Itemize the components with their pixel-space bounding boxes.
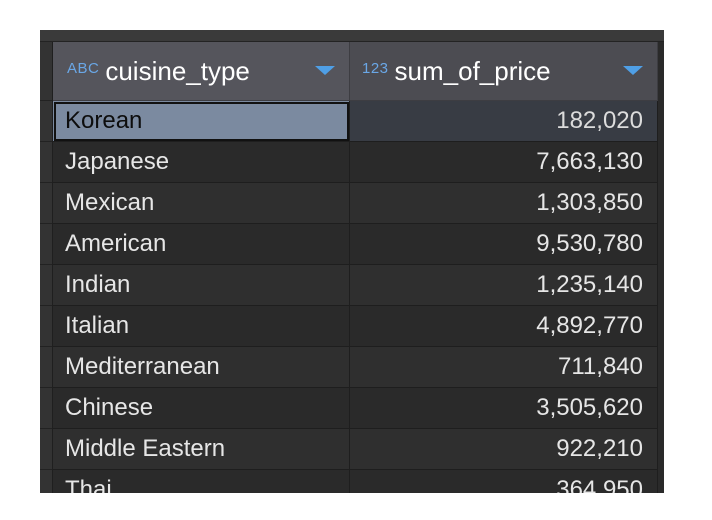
sort-dropdown-icon[interactable]	[623, 66, 643, 75]
scroll-edge	[658, 42, 664, 493]
numeric-type-icon: 123	[362, 59, 389, 77]
row-marker-gutter[interactable]	[40, 42, 53, 493]
row-marker-divider	[40, 182, 52, 183]
cell-sum-of-price[interactable]: 182,020	[350, 101, 658, 142]
row-marker-divider	[40, 100, 52, 101]
row-marker-divider	[40, 141, 52, 142]
table-row[interactable]: Mediterranean 711,840	[53, 347, 658, 388]
cell-cuisine-type[interactable]: American	[53, 224, 350, 265]
cell-sum-of-price[interactable]: 7,663,130	[350, 142, 658, 183]
table-row[interactable]: Italian 4,892,770	[53, 306, 658, 347]
row-marker-divider	[40, 428, 52, 429]
row-marker-divider	[40, 264, 52, 265]
text-type-icon: ABC	[67, 59, 100, 77]
table-row[interactable]: Japanese 7,663,130	[53, 142, 658, 183]
cell-cuisine-type[interactable]: Middle Eastern	[53, 429, 350, 470]
results-table: ABC cuisine_type 123 sum_of_price Korean…	[53, 42, 658, 493]
column-header-cuisine-type[interactable]: ABC cuisine_type	[53, 42, 350, 101]
column-header-sum-of-price[interactable]: 123 sum_of_price	[350, 42, 658, 101]
cell-cuisine-type[interactable]: Italian	[53, 306, 350, 347]
sort-dropdown-icon[interactable]	[315, 66, 335, 75]
table-row[interactable]: Chinese 3,505,620	[53, 388, 658, 429]
cell-sum-of-price[interactable]: 1,303,850	[350, 183, 658, 224]
toolbar-strip	[40, 30, 664, 42]
cell-sum-of-price[interactable]: 364,950	[350, 470, 658, 493]
cell-cuisine-type[interactable]: Mediterranean	[53, 347, 350, 388]
result-grid-window: ABC cuisine_type 123 sum_of_price Korean…	[40, 30, 664, 493]
cell-sum-of-price[interactable]: 3,505,620	[350, 388, 658, 429]
cell-sum-of-price[interactable]: 9,530,780	[350, 224, 658, 265]
cell-cuisine-type[interactable]: Korean	[53, 101, 350, 142]
row-marker-divider	[40, 305, 52, 306]
cell-cuisine-type[interactable]: Mexican	[53, 183, 350, 224]
table-row[interactable]: Middle Eastern 922,210	[53, 429, 658, 470]
cell-sum-of-price[interactable]: 4,892,770	[350, 306, 658, 347]
cell-cuisine-type[interactable]: Thai	[53, 470, 350, 493]
column-label: cuisine_type	[105, 55, 250, 86]
table-row[interactable]: Mexican 1,303,850	[53, 183, 658, 224]
table-row[interactable]: Thai 364,950	[53, 470, 658, 493]
cell-sum-of-price[interactable]: 711,840	[350, 347, 658, 388]
table-body: Korean 182,020 Japanese 7,663,130 Mexican 1,3…	[53, 101, 658, 493]
row-marker-divider	[40, 346, 52, 347]
cell-cuisine-type[interactable]: Japanese	[53, 142, 350, 183]
row-marker-divider	[40, 469, 52, 470]
cell-sum-of-price[interactable]: 1,235,140	[350, 265, 658, 306]
table-header: ABC cuisine_type 123 sum_of_price	[53, 42, 658, 101]
table-row[interactable]: Korean 182,020	[53, 101, 658, 142]
row-marker-divider	[40, 387, 52, 388]
cell-cuisine-type[interactable]: Indian	[53, 265, 350, 306]
table-row[interactable]: Indian 1,235,140	[53, 265, 658, 306]
cell-sum-of-price[interactable]: 922,210	[350, 429, 658, 470]
cell-cuisine-type[interactable]: Chinese	[53, 388, 350, 429]
table-row[interactable]: American 9,530,780	[53, 224, 658, 265]
row-marker-divider	[40, 223, 52, 224]
column-label: sum_of_price	[394, 55, 551, 86]
